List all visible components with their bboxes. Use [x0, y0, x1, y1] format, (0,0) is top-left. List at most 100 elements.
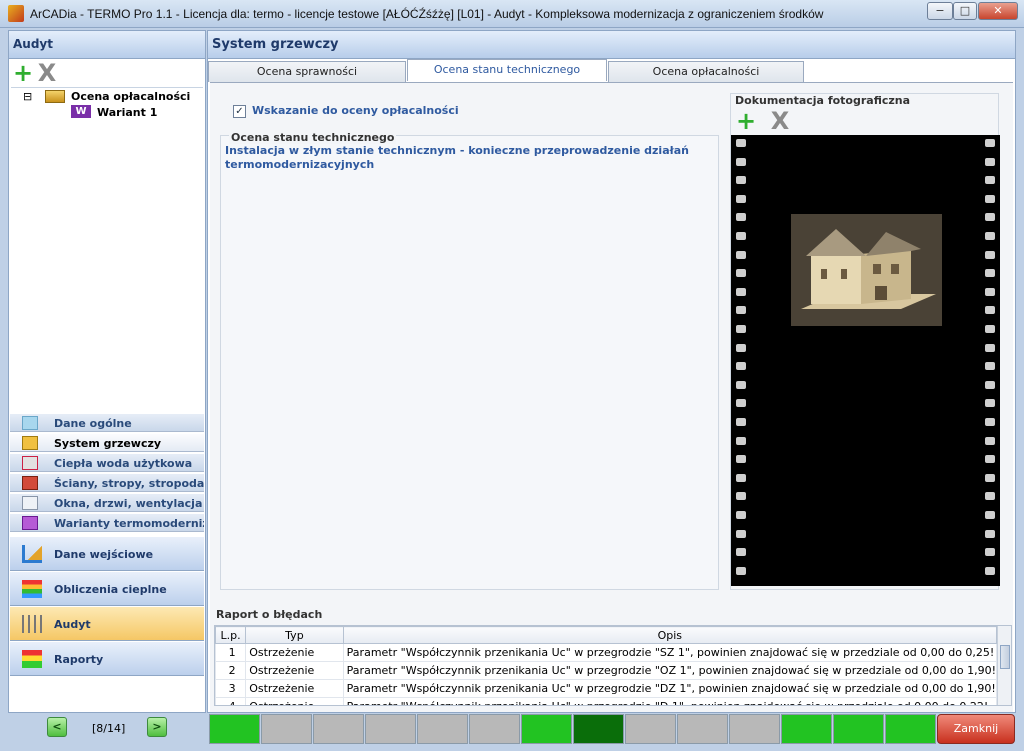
table-row[interactable]: 1 Ostrzeżenie Parametr "Współczynnik przen…: [215, 643, 998, 662]
film-hole: [736, 139, 746, 147]
progress-step[interactable]: [313, 714, 364, 744]
chart-icon: [22, 580, 42, 598]
tab-ocena-sprawnosci[interactable]: Ocena sprawności: [208, 61, 406, 82]
progress-step[interactable]: [365, 714, 416, 744]
progress-step[interactable]: [469, 714, 520, 744]
tap-icon: [22, 456, 38, 470]
zamknij-button[interactable]: Zamknij: [937, 714, 1015, 744]
cell-opis: Parametr "Współczynnik przenikania Uc" w…: [342, 643, 998, 662]
wskazanie-checkbox[interactable]: ✓: [233, 105, 246, 118]
radiator-icon: [22, 615, 42, 633]
minimize-button[interactable]: −: [927, 2, 953, 20]
film-hole: [985, 194, 995, 203]
delete-icon[interactable]: X: [36, 61, 58, 85]
nav-label: Dane ogólne: [54, 417, 132, 430]
main-pane: System grzewczy Ocena sprawności Ocena s…: [207, 30, 1016, 713]
assessment-text[interactable]: Instalacja w złym stanie technicznym - k…: [225, 144, 695, 172]
progress-step[interactable]: [729, 714, 780, 744]
film-hole: [736, 380, 746, 389]
nav-label: Okna, drzwi, wentylacja: [54, 497, 203, 510]
progress-step[interactable]: [417, 714, 468, 744]
film-hole: [736, 287, 746, 296]
film-hole: [985, 213, 995, 222]
cell-typ: Ostrzeżenie: [245, 661, 344, 680]
film-hole: [985, 455, 995, 464]
report-table: L.p. Typ Opis 1 Ostrzeżenie Parametr "Wspó…: [215, 626, 998, 705]
house-photo[interactable]: [791, 214, 942, 326]
report-icon: [22, 650, 42, 668]
col-typ[interactable]: Typ: [245, 626, 344, 644]
progress-step[interactable]: [261, 714, 312, 744]
nav-ciepla-woda[interactable]: Ciepła woda użytkowa: [10, 453, 204, 472]
left-pane-title: Audyt: [9, 31, 205, 59]
film-hole: [985, 511, 995, 519]
film-hole: [985, 157, 995, 166]
progress-step[interactable]: [521, 714, 572, 744]
film-hole: [985, 436, 995, 445]
maximize-button[interactable]: □: [953, 2, 977, 20]
progress-step[interactable]: [573, 714, 624, 744]
nav-sciany[interactable]: Ściany, stropy, stropodachy: [10, 473, 204, 492]
photo-title: Dokumentacja fotograficzna: [735, 94, 911, 107]
table-row[interactable]: 2 Ostrzeżenie Parametr "Współczynnik przen…: [215, 661, 998, 680]
progress-step[interactable]: [677, 714, 728, 744]
film-hole: [985, 529, 995, 538]
radiator-icon: [22, 436, 38, 450]
report-title: Raport o błędach: [216, 608, 323, 621]
tree-item-wariant-1[interactable]: Wariant 1: [97, 106, 157, 119]
nav-warianty[interactable]: Warianty termomodernizacyj: [10, 513, 204, 532]
nav-dane-wejsciowe[interactable]: Dane wejściowe: [10, 537, 204, 571]
photo-panel: Dokumentacja fotograficzna + X: [730, 93, 1000, 590]
tab-content: ✓ Wskazanie do oceny opłacalności Ocena …: [210, 82, 1013, 606]
progress-step[interactable]: [781, 714, 832, 744]
scrollbar-thumb[interactable]: [1000, 645, 1010, 669]
nav-label: Obliczenia cieplne: [54, 583, 167, 596]
title-bar: ArCADia - TERMO Pro 1.1 - Licencja dla: …: [0, 0, 1024, 28]
assessment-group: Ocena stanu technicznego Instalacja w zł…: [220, 131, 719, 590]
col-lp[interactable]: L.p.: [215, 626, 247, 644]
delete-photo-icon[interactable]: X: [769, 109, 791, 133]
nav-obliczenia[interactable]: Obliczenia cieplne: [10, 572, 204, 606]
tab-ocena-oplacalnosci[interactable]: Ocena opłacalności: [608, 61, 804, 82]
progress-step[interactable]: [833, 714, 884, 744]
cell-opis: Parametr "Współczynnik przenikania Uc" w…: [342, 661, 998, 680]
error-report: Raport o błędach L.p. Typ Opis 1 Ostrzeże…: [210, 606, 1013, 712]
film-hole: [736, 176, 746, 185]
film-hole: [736, 250, 746, 259]
nav-okna[interactable]: Okna, drzwi, wentylacja: [10, 493, 204, 512]
nav-system-grzewczy[interactable]: System grzewczy: [10, 433, 204, 452]
film-hole: [985, 548, 995, 557]
film-hole: [736, 399, 746, 408]
table-row[interactable]: 3 Ostrzeżenie Parametr "Współczynnik przen…: [215, 679, 998, 698]
nav-label: Raporty: [54, 653, 104, 666]
report-scrollbar[interactable]: [997, 626, 1011, 705]
nav-label: Ciepła woda użytkowa: [54, 457, 193, 470]
film-hole: [985, 473, 995, 482]
tree-expander-icon[interactable]: ⊟: [23, 90, 32, 103]
nav-audyt[interactable]: Audyt: [10, 607, 204, 641]
prev-button[interactable]: <: [47, 717, 67, 737]
next-button[interactable]: >: [147, 717, 167, 737]
cell-lp: 3: [215, 679, 247, 698]
progress-step[interactable]: [885, 714, 936, 744]
add-photo-icon[interactable]: +: [735, 109, 757, 133]
progress-step[interactable]: [625, 714, 676, 744]
nav-label: Ściany, stropy, stropodachy: [54, 477, 204, 490]
film-hole: [736, 213, 746, 222]
nav-dane-ogolne[interactable]: Dane ogólne: [10, 413, 204, 432]
tree-item-ocena-oplacalnosci[interactable]: Ocena opłacalności: [71, 90, 190, 103]
col-opis[interactable]: Opis: [342, 626, 998, 644]
tab-ocena-stanu-technicznego[interactable]: Ocena stanu technicznego: [407, 59, 607, 81]
cell-lp: 4: [215, 697, 247, 705]
progress-step[interactable]: [209, 714, 260, 744]
nav-raporty[interactable]: Raporty: [10, 642, 204, 676]
film-hole: [736, 194, 746, 203]
app-logo-icon: [8, 5, 24, 22]
nav-label: Audyt: [54, 618, 91, 631]
add-icon[interactable]: +: [12, 61, 34, 85]
close-window-button[interactable]: ✕: [978, 2, 1018, 20]
cell-typ: Ostrzeżenie: [245, 697, 344, 705]
film-hole: [736, 529, 746, 538]
film-hole: [736, 473, 746, 482]
table-row[interactable]: 4OstrzeżenieParametr "Współczynnik przen…: [215, 697, 998, 705]
